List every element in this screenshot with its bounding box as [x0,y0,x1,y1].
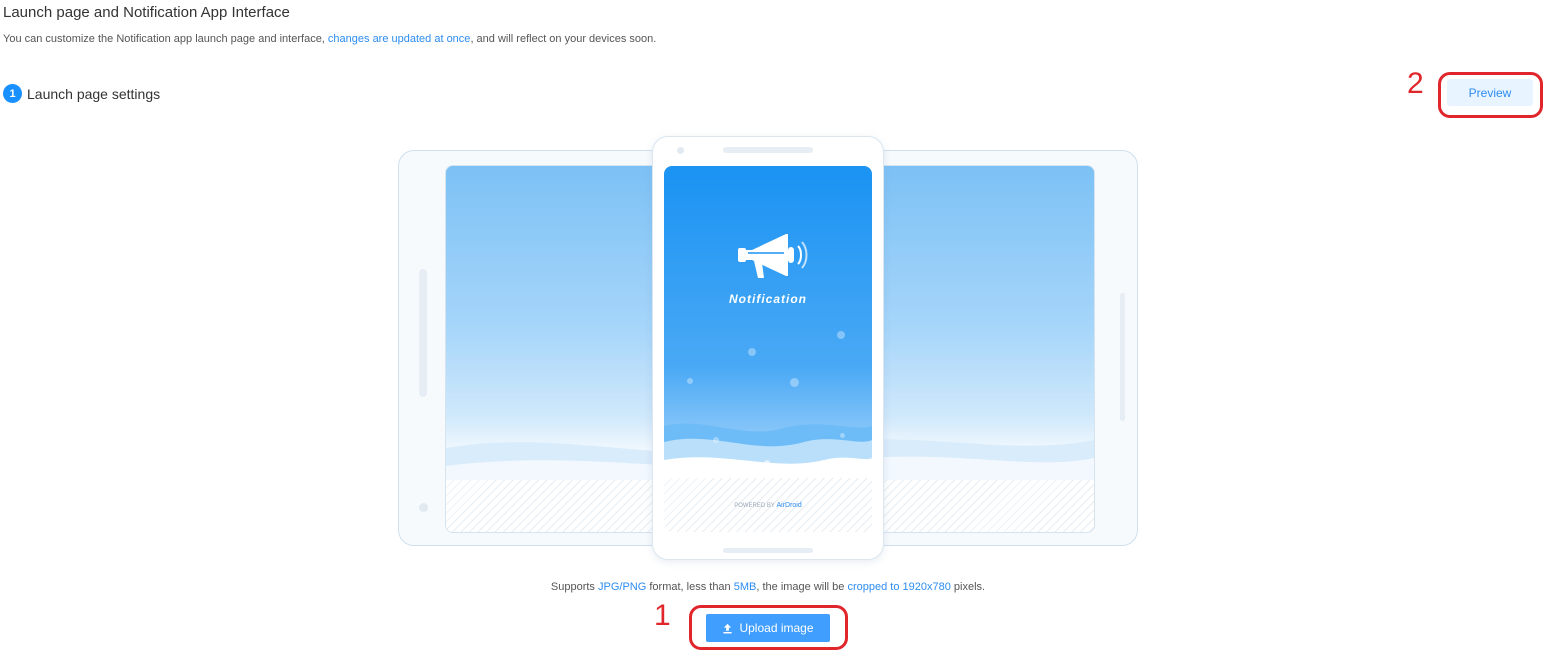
support-size: 5MB [733,581,757,593]
phone-wave [664,423,872,486]
support-format: JPG/PNG [598,581,647,593]
megaphone-icon [738,234,808,278]
tablet-side-bar [419,269,427,397]
step-number-badge: 1 [3,84,22,103]
powered-by: POWERED BY AirDroid [664,502,872,509]
phone-mockup: Notification POWERED BY AirDroid [652,136,884,560]
subtitle-link[interactable]: changes are updated at once [328,33,471,45]
support-text-4: pixels. [950,581,986,593]
bubble [790,378,799,387]
phone-app-name: Notification [729,292,807,306]
step-label: Launch page settings [27,85,161,102]
tablet-home-dot [419,503,428,512]
bubble [840,433,845,438]
callout-number-1: 1 [654,599,671,632]
callout-ring-preview [1438,72,1543,118]
support-text-2: format, less than [646,581,734,593]
powered-by-label: POWERED BY [734,503,775,509]
phone-camera [677,147,684,154]
subtitle-text-end: , and will reflect on your devices soon. [470,33,657,45]
bubble [764,460,770,466]
page-title: Launch page and Notification App Interfa… [3,4,290,21]
support-text-3: , the image will be [756,581,848,593]
step-launch-page-settings: 1 Launch page settings [3,84,160,103]
phone-home-bar [723,548,813,553]
callout-number-2: 2 [1407,67,1424,100]
bubble [713,437,719,443]
subtitle-text: You can customize the Notification app l… [3,33,328,45]
bubble [837,331,845,339]
bubble [748,348,756,356]
tablet-side-bar-right [1120,293,1125,421]
callout-ring-upload [689,605,848,650]
phone-screen-preview: Notification POWERED BY AirDroid [664,166,872,532]
support-crop: cropped to 1920x780 [847,581,951,593]
brand-name: AirDroid [776,502,802,509]
upload-requirements: Supports JPG/PNG format, less than 5MB, … [0,581,1536,593]
phone-speaker [723,147,813,153]
bubble [687,378,693,384]
page-subtitle: You can customize the Notification app l… [3,33,656,45]
support-text-1: Supports [550,581,598,593]
